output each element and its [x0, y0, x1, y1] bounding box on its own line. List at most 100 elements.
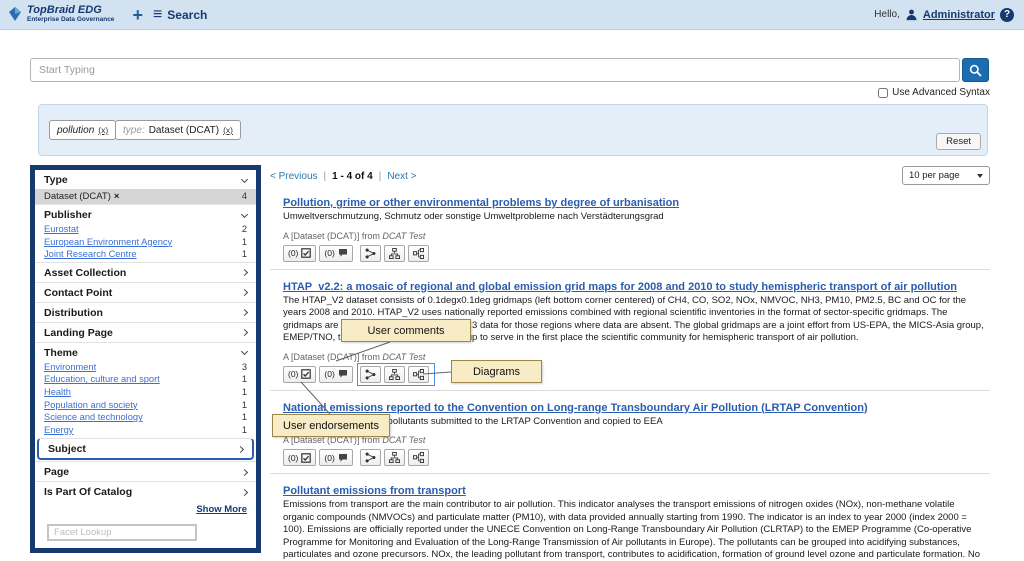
comment-bubble-icon — [338, 369, 348, 379]
user-menu-link[interactable]: Administrator — [923, 9, 995, 21]
pagination: < Previous | 1 - 4 of 4 | Next > — [270, 170, 417, 182]
comment-bubble-icon — [338, 453, 348, 463]
chevron-down-icon — [240, 348, 249, 356]
result-toolbar: (0) (0) — [283, 449, 990, 467]
filter-chip-type-dataset[interactable]: type: Dataset (DCAT) (x) — [115, 120, 241, 140]
comments-button[interactable]: (0) — [319, 365, 353, 383]
comment-bubble-icon — [338, 248, 348, 258]
diagram-buttons-group — [359, 244, 432, 262]
facet-section-landing-page: Landing Page — [35, 321, 256, 342]
page-range: 1 - 4 of 4 — [332, 170, 373, 182]
facet-header-asset-collection[interactable]: Asset Collection — [35, 263, 256, 282]
facet-item-jrc: Joint Research Centre 1 — [44, 249, 247, 260]
brand-logo[interactable]: TopBraid EDG Enterprise Data Governance — [7, 5, 114, 23]
chevron-down-icon — [977, 173, 983, 178]
callout-user-endorsements: User endorsements — [272, 414, 390, 437]
orgchart-arrow-icon — [412, 368, 424, 380]
endorsements-button[interactable]: (0) — [283, 244, 317, 262]
filter-chip-pollution[interactable]: pollution (x) — [49, 120, 117, 140]
facet-header-page[interactable]: Page — [35, 462, 256, 481]
diagram-buttons-group-highlighted — [356, 362, 435, 386]
advanced-syntax-checkbox[interactable] — [878, 87, 889, 98]
result-toolbar: (0) (0) — [283, 244, 990, 262]
facet-header-subject[interactable]: Subject — [39, 439, 252, 458]
facet-header-theme[interactable]: Theme — [35, 343, 256, 362]
help-button[interactable]: ? — [1000, 7, 1014, 22]
facet-header-contact-point[interactable]: Contact Point — [35, 283, 256, 302]
diagram-buttons-group — [359, 449, 432, 467]
result-title-link[interactable]: Pollutant emissions from transport — [283, 485, 466, 497]
facet-section-subject: Subject — [37, 438, 254, 461]
facet-item-health: Health 1 — [44, 387, 247, 398]
chevron-right-icon — [240, 289, 249, 297]
show-more-link[interactable]: Show More — [35, 501, 256, 517]
brand-subtitle: Enterprise Data Governance — [27, 15, 115, 23]
endorse-check-icon — [301, 369, 312, 379]
facet-section-theme: Theme Environment 3 Education, culture a… — [35, 341, 256, 438]
create-button[interactable]: + — [132, 6, 143, 24]
diagram-button-neighborhood[interactable] — [407, 365, 429, 383]
orgchart-icon — [388, 452, 400, 464]
endorsements-button[interactable]: (0) — [283, 449, 317, 467]
chevron-right-icon — [240, 468, 249, 477]
user-icon — [905, 8, 918, 21]
facet-header-catalog[interactable]: Is Part Of Catalog — [35, 482, 256, 501]
chevron-right-icon — [236, 445, 245, 454]
explore-graph-button[interactable] — [359, 244, 381, 262]
comments-button[interactable]: (0) — [319, 449, 353, 467]
search-button[interactable] — [962, 58, 989, 82]
facet-item-eurostat: Eurostat 2 — [44, 224, 247, 234]
next-page-link[interactable]: Next > — [387, 171, 416, 182]
remove-facet-icon[interactable]: × — [114, 191, 120, 202]
result-title-link[interactable]: HTAP_v2.2: a mosaic of regional and glob… — [283, 281, 957, 293]
nav-search-label[interactable]: Search — [167, 8, 207, 22]
reset-button[interactable]: Reset — [936, 133, 981, 150]
facet-lookup-input[interactable] — [47, 524, 197, 542]
facet-section-contact-point: Contact Point — [35, 281, 256, 302]
menu-icon[interactable]: ≡ — [153, 6, 162, 23]
facet-header-publisher[interactable]: Publisher — [35, 205, 256, 224]
facet-section-distribution: Distribution — [35, 301, 256, 322]
diagram-button-neighborhood[interactable] — [407, 449, 429, 467]
header-user-area: Hello, Administrator ? — [874, 7, 1014, 22]
result-toolbar: (0) (0) — [283, 362, 990, 386]
callout-diagrams: Diagrams — [451, 360, 542, 383]
facet-header-distribution[interactable]: Distribution — [35, 303, 256, 322]
explore-graph-button[interactable] — [359, 365, 381, 383]
chevron-right-icon — [240, 269, 249, 277]
diagram-button-hierarchy[interactable] — [383, 244, 405, 262]
topbraid-logo-icon — [7, 6, 23, 22]
chevron-down-icon — [240, 210, 249, 218]
diagram-button-hierarchy[interactable] — [383, 449, 405, 467]
search-icon — [969, 64, 982, 77]
facet-section-page: Page — [35, 461, 256, 481]
result-description: Umweltverschmutzung, Schmutz oder sonsti… — [283, 211, 664, 222]
facet-selected-dataset-dcat[interactable]: Dataset (DCAT) × 4 — [35, 189, 256, 204]
chevron-right-icon — [240, 309, 249, 317]
facet-header-type[interactable]: Type — [35, 170, 256, 189]
per-page-select[interactable]: 10 per page — [902, 166, 990, 185]
facet-item-eea: European Environment Agency 1 — [44, 236, 247, 247]
diagram-button-hierarchy[interactable] — [383, 365, 405, 383]
search-input[interactable] — [30, 58, 960, 82]
orgchart-arrow-icon — [412, 247, 424, 259]
endorsements-button[interactable]: (0) — [283, 365, 317, 383]
remove-filter-link[interactable]: (x) — [223, 125, 233, 135]
result-title-link[interactable]: National emissions reported to the Conve… — [283, 402, 868, 414]
explore-graph-button[interactable] — [359, 449, 381, 467]
result-item: Pollutant emissions from transport Emiss… — [270, 474, 990, 561]
result-meta: A [Dataset (DCAT)] from DCAT Test — [283, 351, 426, 362]
orgchart-icon — [388, 247, 400, 259]
active-filters-panel: pollution (x) type: Dataset (DCAT) (x) R… — [38, 104, 988, 156]
facet-section-publisher: Publisher Eurostat 2 European Environmen… — [35, 204, 256, 262]
facet-header-landing-page[interactable]: Landing Page — [35, 323, 256, 342]
remove-filter-link[interactable]: (x) — [98, 125, 108, 135]
chevron-right-icon — [240, 488, 249, 497]
advanced-syntax-toggle[interactable]: Use Advanced Syntax — [878, 87, 990, 98]
facet-item-science: Science and technology 1 — [44, 412, 247, 423]
diagram-button-neighborhood[interactable] — [407, 244, 429, 262]
previous-page-link[interactable]: < Previous — [270, 171, 318, 182]
result-item: Pollution, grime or other environmental … — [270, 186, 990, 270]
comments-button[interactable]: (0) — [319, 244, 353, 262]
result-title-link[interactable]: Pollution, grime or other environmental … — [283, 197, 679, 209]
